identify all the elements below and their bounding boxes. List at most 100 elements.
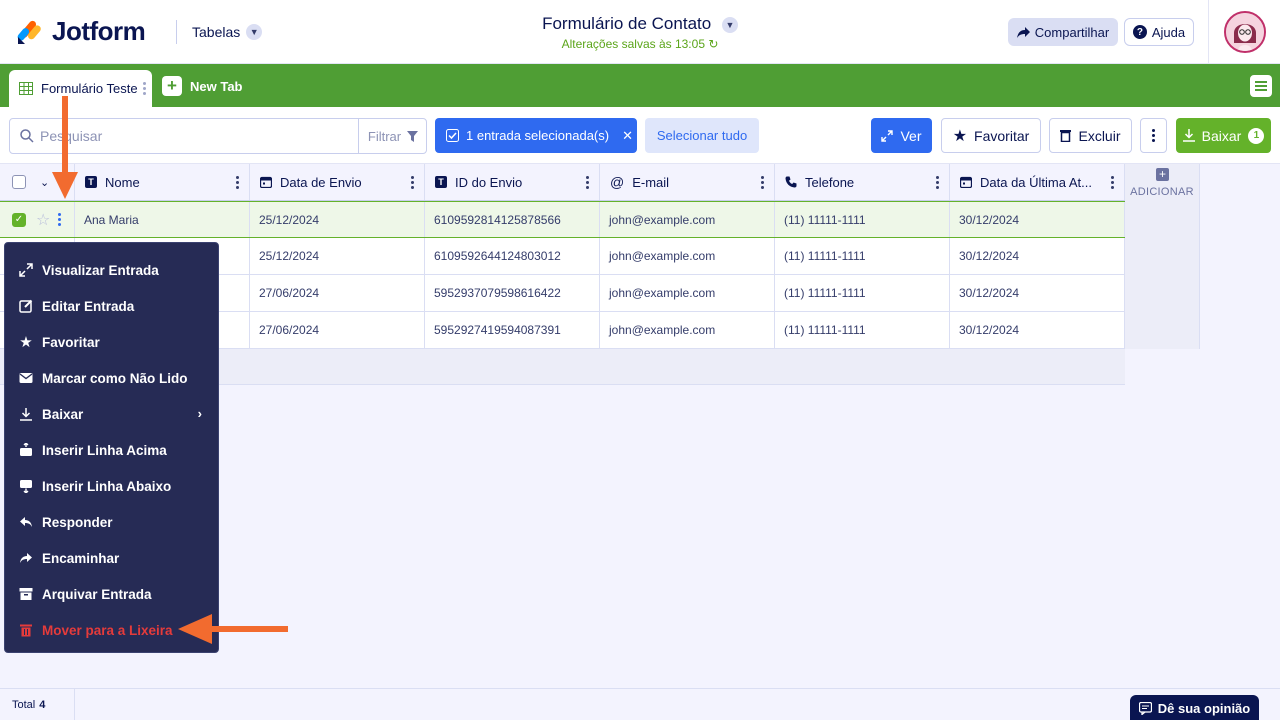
- calendar-icon: [960, 176, 972, 188]
- menu-item-inserir-linha-acima[interactable]: Inserir Linha Acima: [5, 432, 218, 468]
- insert-below-icon: [20, 480, 32, 493]
- column-header-label: Telefone: [805, 174, 855, 190]
- favorite-button[interactable]: ★ Favoritar: [941, 118, 1041, 153]
- cell-telefone[interactable]: (11) 11111-1111: [775, 275, 950, 311]
- column-options-icon[interactable]: [411, 176, 414, 189]
- cell-ultima-atualizacao[interactable]: 30/12/2024: [950, 312, 1125, 348]
- delete-button[interactable]: Excluir: [1049, 118, 1132, 153]
- add-column-button[interactable]: + ADICIONAR: [1125, 164, 1200, 349]
- menu-item-visualizar-entrada[interactable]: Visualizar Entrada: [5, 252, 218, 288]
- cell-email[interactable]: john@example.com: [600, 238, 775, 274]
- cell-email[interactable]: john@example.com: [600, 312, 775, 348]
- search-box: Filtrar: [9, 118, 427, 154]
- cell-id-envio[interactable]: 5952937079598616422: [425, 275, 600, 311]
- cell-id-envio[interactable]: 6109592644124803012: [425, 238, 600, 274]
- column-header[interactable]: Data de Envio: [250, 164, 425, 200]
- column-options-icon[interactable]: [936, 176, 939, 189]
- menu-item-encaminhar[interactable]: Encaminhar: [5, 540, 218, 576]
- search-input[interactable]: [40, 126, 350, 146]
- header-select-cell: ⌄: [0, 164, 75, 200]
- column-options-icon[interactable]: [761, 176, 764, 189]
- expand-icon: [19, 263, 33, 277]
- menu-item-inserir-linha-abaixo[interactable]: Inserir Linha Abaixo: [5, 468, 218, 504]
- save-status-text: Alterações salvas às 13:05: [561, 37, 705, 51]
- star-outline-icon[interactable]: ☆: [36, 210, 50, 230]
- chevron-down-icon[interactable]: ⌄: [40, 176, 49, 189]
- column-options-icon[interactable]: [1111, 176, 1114, 189]
- column-header[interactable]: T Nome: [75, 164, 250, 200]
- menu-item-editar-entrada[interactable]: Editar Entrada: [5, 288, 218, 324]
- menu-item-arquivar-entrada[interactable]: Arquivar Entrada: [5, 576, 218, 612]
- menu-item-responder[interactable]: Responder: [5, 504, 218, 540]
- download-count-badge: 1: [1248, 127, 1265, 144]
- row-options-icon[interactable]: [58, 213, 62, 226]
- cell-ultima-atualizacao[interactable]: 30/12/2024: [950, 202, 1125, 237]
- menu-item-mover-lixeira[interactable]: Mover para a Lixeira: [5, 612, 218, 648]
- envelope-icon: [19, 373, 33, 383]
- selected-entries-label: 1 entrada selecionada(s): [466, 128, 610, 143]
- column-header[interactable]: Telefone: [775, 164, 950, 200]
- feedback-label: Dê sua opinião: [1157, 700, 1251, 716]
- cell-id-envio[interactable]: 5952927419594087391: [425, 312, 600, 348]
- cell-data-envio[interactable]: 27/06/2024: [250, 312, 425, 348]
- column-header-label: Nome: [105, 174, 140, 190]
- menu-item-label: Visualizar Entrada: [42, 262, 159, 278]
- cell-data-envio[interactable]: 27/06/2024: [250, 275, 425, 311]
- menu-item-label: Responder: [42, 514, 113, 530]
- select-all-checkbox[interactable]: [12, 175, 26, 189]
- cell-data-envio[interactable]: 25/12/2024: [250, 238, 425, 274]
- trash-icon: [1060, 130, 1072, 142]
- menu-item-favoritar[interactable]: ★ Favoritar: [5, 324, 218, 360]
- cell-telefone[interactable]: (11) 11111-1111: [775, 238, 950, 274]
- menu-item-label: Marcar como Não Lido: [42, 370, 188, 386]
- total-value: 4: [39, 699, 46, 711]
- download-button[interactable]: Baixar 1: [1176, 118, 1271, 153]
- table-header: ⌄ T Nome Data de Envio T ID do Envio @ E…: [0, 164, 1125, 201]
- top-header: Jotform Tabelas ▼ Formulário de Contato …: [0, 0, 1280, 64]
- select-all-button[interactable]: Selecionar tudo: [645, 118, 759, 153]
- menu-item-marcar-nao-lido[interactable]: Marcar como Não Lido: [5, 360, 218, 396]
- cell-ultima-atualizacao[interactable]: 30/12/2024: [950, 238, 1125, 274]
- column-options-icon[interactable]: [236, 176, 239, 189]
- reply-icon: [20, 517, 32, 527]
- filter-button[interactable]: Filtrar: [358, 119, 427, 153]
- column-header[interactable]: @ E-mail: [600, 164, 775, 200]
- cell-id-envio[interactable]: 6109592814125878566: [425, 202, 600, 237]
- share-button[interactable]: Compartilhar: [1008, 18, 1118, 46]
- chevron-down-icon: ▼: [721, 16, 738, 33]
- edit-icon: [19, 299, 33, 313]
- avatar[interactable]: [1223, 11, 1266, 53]
- expand-icon: [881, 129, 894, 142]
- menu-item-label: Editar Entrada: [42, 298, 135, 314]
- cell-email[interactable]: john@example.com: [600, 202, 775, 237]
- cell-telefone[interactable]: (11) 11111-1111: [775, 312, 950, 348]
- menu-item-baixar[interactable]: Baixar ›: [5, 396, 218, 432]
- view-button[interactable]: Ver: [871, 118, 932, 153]
- select-all-label: Selecionar tudo: [656, 128, 748, 143]
- menu-item-label: Inserir Linha Acima: [42, 442, 167, 458]
- menu-item-label: Encaminhar: [42, 550, 120, 566]
- column-header[interactable]: Data da Última At...: [950, 164, 1125, 200]
- table-grid-icon: [19, 82, 33, 95]
- feedback-icon: [1138, 701, 1152, 715]
- cell-ultima-atualizacao[interactable]: 30/12/2024: [950, 275, 1125, 311]
- tab-options-icon[interactable]: [143, 82, 146, 95]
- more-options-button[interactable]: [1140, 118, 1167, 153]
- column-options-icon[interactable]: [586, 176, 589, 189]
- user-menu[interactable]: [1208, 0, 1280, 64]
- cell-data-envio[interactable]: 25/12/2024: [250, 202, 425, 237]
- feedback-button[interactable]: Dê sua opinião: [1130, 695, 1259, 720]
- selected-entries-chip[interactable]: 1 entrada selecionada(s) ✕: [435, 118, 637, 153]
- cell-telefone[interactable]: (11) 11111-1111: [775, 202, 950, 237]
- clear-selection-icon[interactable]: ✕: [622, 128, 633, 144]
- help-button[interactable]: ? Ajuda: [1124, 18, 1194, 46]
- tab-formulario-teste[interactable]: Formulário Teste: [9, 70, 152, 107]
- question-icon: ?: [1132, 25, 1147, 39]
- hamburger-menu-button[interactable]: [1250, 75, 1272, 97]
- cell-email[interactable]: john@example.com: [600, 275, 775, 311]
- cell-nome[interactable]: Ana Maria: [75, 202, 250, 237]
- column-header[interactable]: T ID do Envio: [425, 164, 600, 200]
- new-tab-button[interactable]: + New Tab: [162, 76, 243, 96]
- row-checkbox[interactable]: ✓: [12, 212, 26, 227]
- table-row[interactable]: ✓ ☆ Ana Maria 25/12/2024 610959281412587…: [0, 201, 1125, 238]
